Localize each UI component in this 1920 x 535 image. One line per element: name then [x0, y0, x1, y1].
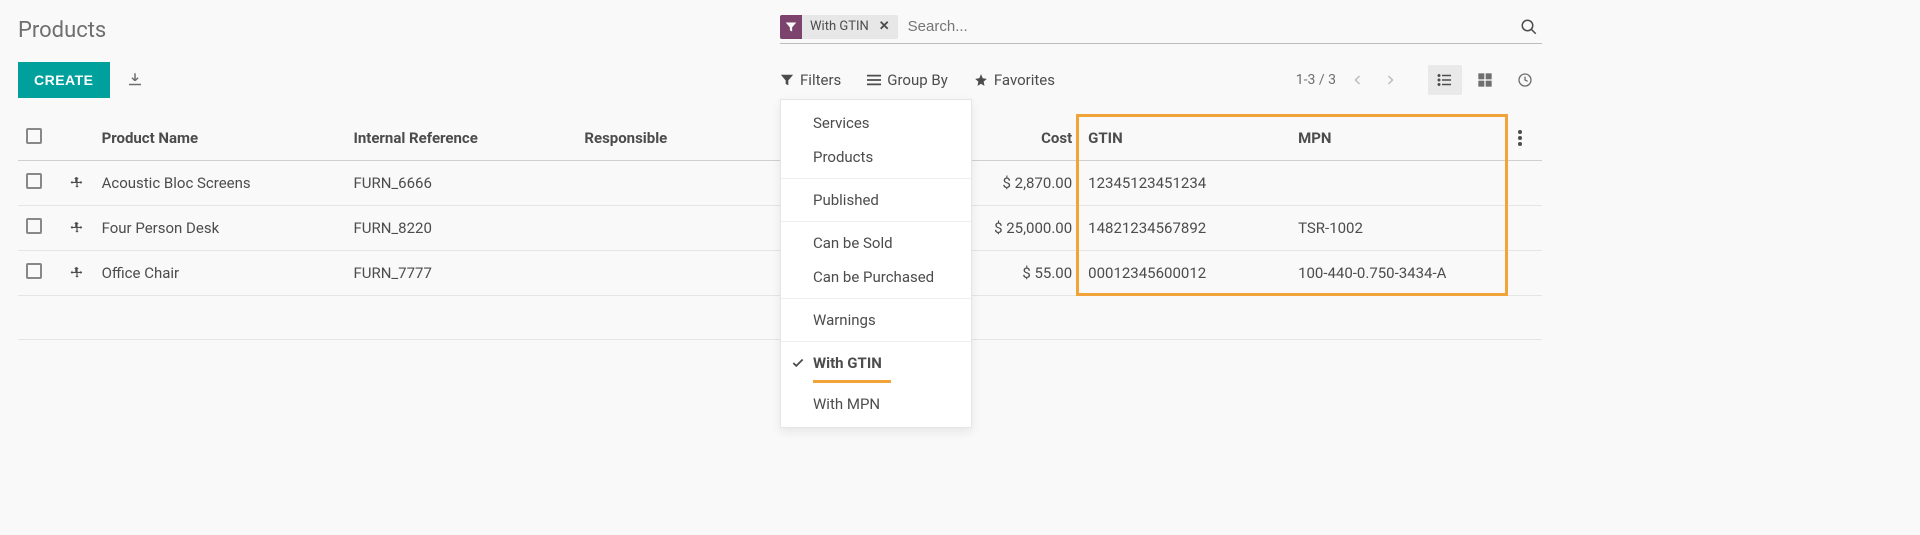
create-button[interactable]: CREATE — [18, 62, 110, 98]
cell-name: Four Person Desk — [94, 206, 346, 251]
drag-handle-icon[interactable] — [70, 266, 85, 280]
cell-ref: FURN_6666 — [345, 161, 576, 206]
cell-ref: FURN_7777 — [345, 251, 576, 296]
search-facet: With GTIN ✕ — [780, 15, 898, 39]
filter-icon — [780, 15, 802, 39]
cell-mpn: TSR-1002 — [1290, 206, 1510, 251]
filter-option[interactable]: With GTIN — [781, 346, 971, 380]
drag-handle-icon[interactable] — [70, 176, 85, 190]
kebab-icon[interactable] — [1518, 130, 1534, 146]
row-checkbox[interactable] — [26, 263, 42, 279]
cell-gtin: 12345123451234 — [1080, 161, 1290, 206]
favorites-label: Favorites — [994, 71, 1055, 89]
filters-dropdown: ServicesProducts Published Can be SoldCan … — [780, 99, 972, 428]
drag-handle-icon[interactable] — [70, 221, 85, 235]
star-icon — [974, 73, 988, 87]
filter-option[interactable]: With MPN — [781, 387, 971, 421]
filter-option[interactable]: Warnings — [781, 303, 971, 337]
list-icon — [1436, 71, 1454, 89]
cell-gtin: 00012345600012 — [1080, 251, 1290, 296]
filters-button[interactable]: Filters — [780, 71, 841, 89]
chevron-left-icon[interactable] — [1348, 72, 1368, 88]
filter-option[interactable]: Published — [781, 183, 971, 217]
cell-cost: $ 55.00 — [965, 251, 1080, 296]
cell-name: Acoustic Bloc Screens — [94, 161, 346, 206]
pager-text: 1-3 / 3 — [1296, 72, 1336, 88]
search-bar[interactable]: With GTIN ✕ — [780, 12, 1542, 44]
filter-option[interactable]: Can be Sold — [781, 226, 971, 260]
view-kanban-button[interactable] — [1468, 65, 1502, 95]
check-icon — [791, 356, 805, 370]
search-input[interactable] — [898, 14, 1516, 40]
grid-icon — [1477, 72, 1493, 88]
view-activity-button[interactable] — [1508, 65, 1542, 95]
groupby-button[interactable]: Group By — [867, 71, 948, 89]
col-header-cost[interactable]: Cost — [965, 116, 1080, 161]
cell-gtin: 14821234567892 — [1080, 206, 1290, 251]
filter-icon — [780, 73, 794, 87]
chevron-right-icon[interactable] — [1380, 72, 1400, 88]
list-icon — [867, 73, 881, 87]
cell-cost: $ 25,000.00 — [965, 206, 1080, 251]
row-checkbox[interactable] — [26, 218, 42, 234]
cell-cost: $ 2,870.00 — [965, 161, 1080, 206]
view-list-button[interactable] — [1428, 65, 1462, 95]
favorites-button[interactable]: Favorites — [974, 71, 1055, 89]
filter-option[interactable]: Services — [781, 106, 971, 140]
filter-option[interactable]: Products — [781, 140, 971, 174]
import-icon[interactable] — [126, 71, 144, 89]
col-header-mpn[interactable]: MPN — [1290, 116, 1510, 161]
close-icon[interactable]: ✕ — [875, 19, 898, 34]
col-header-gtin[interactable]: GTIN — [1080, 116, 1290, 161]
col-header-name[interactable]: Product Name — [94, 116, 346, 161]
filter-option[interactable]: Can be Purchased — [781, 260, 971, 294]
col-header-ref[interactable]: Internal Reference — [345, 116, 576, 161]
select-all-checkbox[interactable] — [26, 128, 42, 144]
cell-name: Office Chair — [94, 251, 346, 296]
cell-mpn: 100-440-0.750-3434-A — [1290, 251, 1510, 296]
row-checkbox[interactable] — [26, 173, 42, 189]
cell-ref: FURN_8220 — [345, 206, 576, 251]
filters-label: Filters — [800, 71, 841, 89]
search-icon[interactable] — [1516, 18, 1542, 36]
cell-mpn — [1290, 161, 1510, 206]
groupby-label: Group By — [887, 71, 948, 89]
page-title: Products — [18, 12, 106, 43]
search-facet-label: With GTIN — [802, 19, 875, 34]
clock-icon — [1517, 72, 1533, 88]
